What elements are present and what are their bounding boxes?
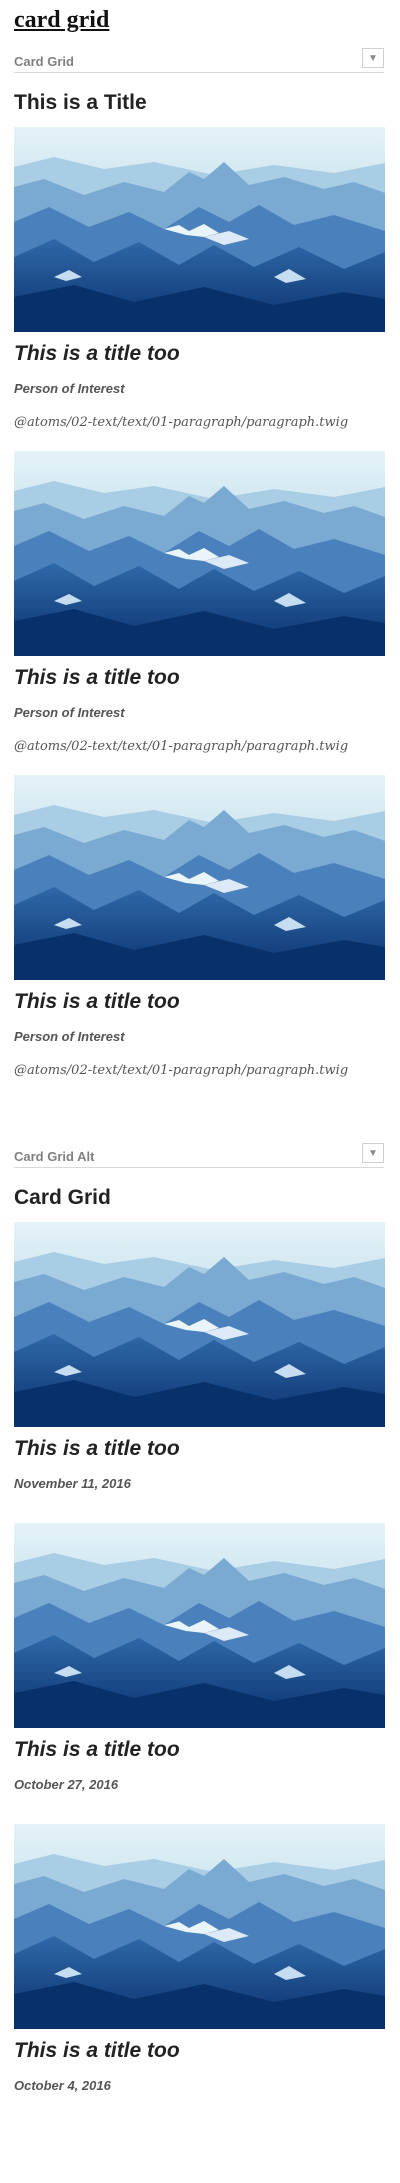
card-date: October 27, 2016: [14, 1777, 119, 1792]
card-subtitle: Person of Interest: [14, 1029, 125, 1044]
card-title[interactable]: This is a title too: [14, 2039, 180, 2063]
toggle-button[interactable]: ▼: [362, 48, 384, 68]
card-paragraph-path: @atoms/02-text/text/01-paragraph/paragra…: [14, 739, 349, 754]
chevron-down-icon: ▼: [368, 52, 378, 64]
card-paragraph-path: @atoms/02-text/text/01-paragraph/paragra…: [14, 415, 349, 430]
section-header-card-grid: Card Grid ▼: [14, 48, 384, 73]
card-image: [14, 1222, 385, 1427]
chevron-down-icon: ▼: [368, 1147, 378, 1159]
card-subtitle: Person of Interest: [14, 705, 125, 720]
card-image: [14, 127, 385, 332]
card-title[interactable]: This is a title too: [14, 990, 180, 1014]
section-label: Card Grid Alt: [14, 1149, 95, 1164]
card-title[interactable]: This is a title too: [14, 342, 180, 366]
card-paragraph-path: @atoms/02-text/text/01-paragraph/paragra…: [14, 1063, 349, 1078]
card-grid-heading: This is a Title: [14, 91, 147, 114]
card-title[interactable]: This is a title too: [14, 1738, 180, 1762]
card-image: [14, 775, 385, 980]
card-image: [14, 451, 385, 656]
card-title[interactable]: This is a title too: [14, 666, 180, 690]
card-date: November 11, 2016: [14, 1476, 131, 1491]
card-subtitle: Person of Interest: [14, 381, 125, 396]
toggle-button[interactable]: ▼: [362, 1143, 384, 1163]
card-image: [14, 1824, 385, 2029]
section-header-card-grid-alt: Card Grid Alt ▼: [14, 1143, 384, 1168]
card-date: October 4, 2016: [14, 2078, 111, 2093]
card-grid-heading: Card Grid: [14, 1186, 111, 1209]
page-title: card grid: [14, 7, 110, 33]
card-image: [14, 1523, 385, 1728]
section-label: Card Grid: [14, 54, 74, 69]
card-title[interactable]: This is a title too: [14, 1437, 180, 1461]
